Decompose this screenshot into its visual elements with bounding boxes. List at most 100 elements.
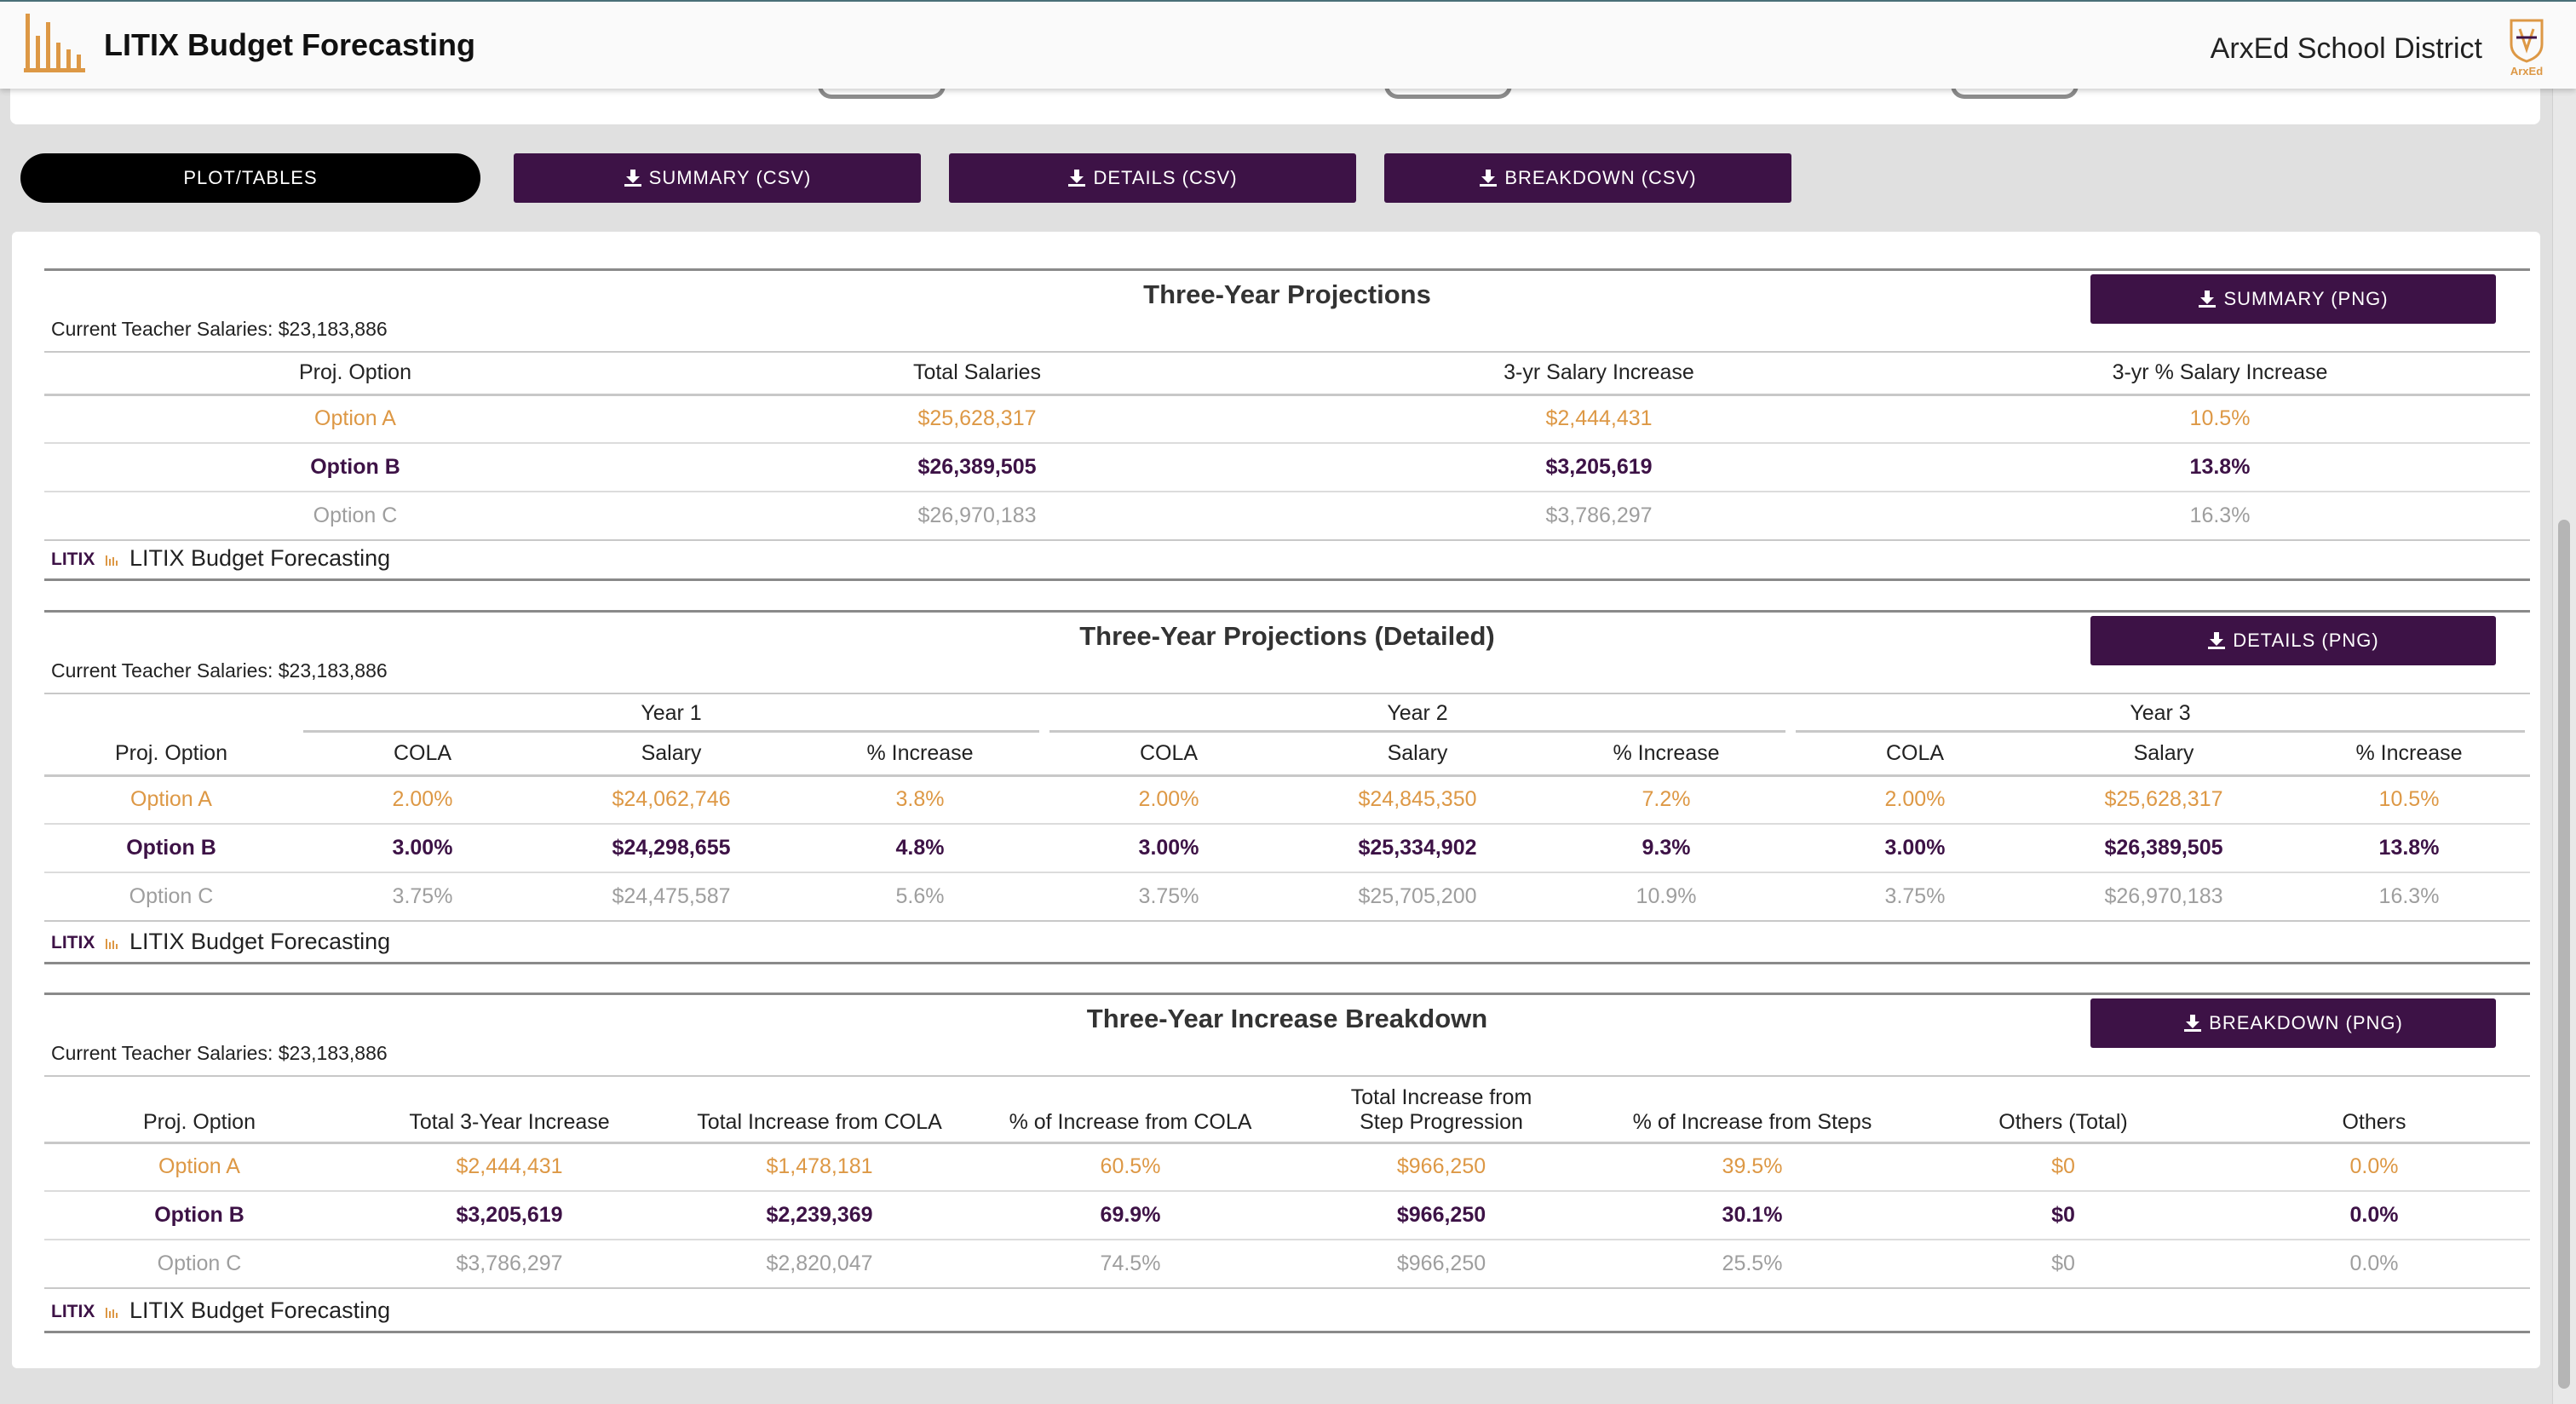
table-cell: $25,628,317 bbox=[2039, 774, 2288, 824]
column-header: COLA bbox=[1044, 733, 1293, 777]
app-title: LITIX Budget Forecasting bbox=[104, 27, 476, 62]
column-header: Proj. Option bbox=[44, 352, 666, 396]
litix-mark-text: LITIX bbox=[51, 1302, 95, 1320]
download-icon bbox=[1068, 170, 1086, 187]
details-section: Three-Year Projections (Detailed) Curren… bbox=[44, 610, 2530, 964]
table-cell: 3.75% bbox=[298, 872, 547, 921]
table-cell: 60.5% bbox=[975, 1142, 1286, 1191]
breakdown-header-row: Proj. Option Total 3-Year Increase Total… bbox=[44, 1076, 2530, 1144]
table-cell: $3,205,619 bbox=[1288, 442, 1910, 492]
scrollbar-thumb[interactable] bbox=[2558, 520, 2570, 1389]
table-cell: $2,239,369 bbox=[664, 1190, 975, 1240]
table-cell: $26,389,505 bbox=[2039, 823, 2288, 872]
table-cell: 3.8% bbox=[796, 774, 1044, 824]
column-header: % of Increase from Steps bbox=[1596, 1076, 1908, 1144]
summary-png-button[interactable]: SUMMARY (PNG) bbox=[2090, 274, 2496, 324]
download-icon bbox=[624, 170, 641, 187]
details-table: Year 1 Year 2 Year 3 Proj. Option COLA S… bbox=[44, 693, 2530, 923]
table-cell: $26,970,183 bbox=[2039, 872, 2288, 921]
summary-header-row: Proj. Option Total Salaries 3-yr Salary … bbox=[44, 352, 2530, 396]
breakdown-subtitle: Current Teacher Salaries: $23,183,886 bbox=[51, 1042, 388, 1064]
table-row: Option B 3.00% $24,298,655 4.8% 3.00% $2… bbox=[44, 823, 2530, 872]
table-row: Option C 3.75% $24,475,587 5.6% 3.75% $2… bbox=[44, 872, 2530, 921]
option-name: Option C bbox=[44, 872, 298, 921]
litix-logo-icon: LITIX bbox=[51, 550, 118, 567]
table-cell: 13.8% bbox=[2288, 823, 2530, 872]
breakdown-section: Three-Year Increase Breakdown Current Te… bbox=[44, 993, 2530, 1333]
table-cell: $0 bbox=[1908, 1190, 2218, 1240]
table-cell: $3,205,619 bbox=[354, 1190, 664, 1240]
group-header-year-2: Year 2 bbox=[1044, 693, 1791, 733]
table-cell: $26,970,183 bbox=[666, 491, 1288, 540]
details-png-button[interactable]: DETAILS (PNG) bbox=[2090, 616, 2496, 665]
table-cell: 25.5% bbox=[1596, 1239, 1908, 1288]
table-cell: 69.9% bbox=[975, 1190, 1286, 1240]
column-header: Others (Total) bbox=[1908, 1076, 2218, 1144]
table-cell: $0 bbox=[1908, 1142, 2218, 1191]
footer-brand-text: LITIX Budget Forecasting bbox=[129, 544, 391, 571]
summary-csv-button[interactable]: SUMMARY (CSV) bbox=[514, 153, 921, 203]
table-cell: 0.0% bbox=[2218, 1142, 2530, 1191]
table-row: Option C $26,970,183 $3,786,297 16.3% bbox=[44, 491, 2530, 540]
table-cell: 4.8% bbox=[796, 823, 1044, 872]
table-cell: $24,298,655 bbox=[547, 823, 796, 872]
district-logo-text: ArxEd bbox=[2510, 65, 2543, 77]
column-header: COLA bbox=[1791, 733, 2039, 777]
group-header-year-3: Year 3 bbox=[1791, 693, 2530, 733]
litix-logo-icon: LITIX bbox=[51, 1302, 118, 1320]
table-cell: $966,250 bbox=[1286, 1190, 1596, 1240]
district-name: ArxEd School District bbox=[2210, 32, 2482, 65]
column-header: % Increase bbox=[1542, 733, 1791, 777]
table-cell: 3.00% bbox=[1791, 823, 2039, 872]
table-cell: 3.00% bbox=[298, 823, 547, 872]
breakdown-png-button[interactable]: BREAKDOWN (PNG) bbox=[2090, 998, 2496, 1048]
table-row: Option A $2,444,431 $1,478,181 60.5% $96… bbox=[44, 1142, 2530, 1191]
table-cell: $3,786,297 bbox=[354, 1239, 664, 1288]
table-cell: 10.5% bbox=[2288, 774, 2530, 824]
table-cell: 3.75% bbox=[1791, 872, 2039, 921]
column-header: Proj. Option bbox=[44, 733, 298, 777]
download-icon bbox=[2199, 291, 2217, 308]
table-cell: $966,250 bbox=[1286, 1142, 1596, 1191]
table-cell: 16.3% bbox=[1910, 491, 2530, 540]
table-cell: 7.2% bbox=[1542, 774, 1791, 824]
download-icon bbox=[2184, 1015, 2202, 1032]
summary-footer-brand: LITIX LITIX Budget Forecasting bbox=[51, 541, 390, 575]
table-cell: 74.5% bbox=[975, 1239, 1286, 1288]
table-cell: $2,820,047 bbox=[664, 1239, 975, 1288]
column-header: Total Increase from COLA bbox=[664, 1076, 975, 1144]
table-cell: 0.0% bbox=[2218, 1239, 2530, 1288]
column-header: Total 3-Year Increase bbox=[354, 1076, 664, 1144]
option-name: Option A bbox=[44, 1142, 354, 1191]
table-cell: $25,705,200 bbox=[1293, 872, 1542, 921]
table-row: Option B $3,205,619 $2,239,369 69.9% $96… bbox=[44, 1190, 2530, 1240]
litix-logo-icon: LITIX bbox=[51, 933, 118, 951]
table-cell: $2,444,431 bbox=[354, 1142, 664, 1191]
download-icon bbox=[2208, 632, 2226, 649]
details-footer-brand: LITIX LITIX Budget Forecasting bbox=[51, 924, 390, 958]
breakdown-csv-button[interactable]: BREAKDOWN (CSV) bbox=[1384, 153, 1791, 203]
footer-brand-text: LITIX Budget Forecasting bbox=[129, 928, 391, 954]
summary-subtitle: Current Teacher Salaries: $23,183,886 bbox=[51, 318, 388, 340]
option-name: Option B bbox=[44, 823, 298, 872]
litix-mark-text: LITIX bbox=[51, 933, 95, 951]
column-header: % of Increase from COLA bbox=[975, 1076, 1286, 1144]
plot-tables-button[interactable]: PLOT/TABLES bbox=[20, 153, 480, 203]
table-cell: 5.6% bbox=[796, 872, 1044, 921]
column-header: Proj. Option bbox=[44, 1076, 354, 1144]
table-cell: $24,062,746 bbox=[547, 774, 796, 824]
app-header: LITIX Budget Forecasting ArxEd School Di… bbox=[0, 0, 2576, 89]
tables-card: Three-Year Projections Current Teacher S… bbox=[12, 232, 2540, 1368]
table-cell: $2,444,431 bbox=[1288, 394, 1910, 443]
option-name: Option B bbox=[44, 1190, 354, 1240]
table-cell: 13.8% bbox=[1910, 442, 2530, 492]
table-cell: 3.75% bbox=[1044, 872, 1293, 921]
group-header-year-1: Year 1 bbox=[298, 693, 1044, 733]
column-header: Salary bbox=[2039, 733, 2288, 777]
details-csv-button[interactable]: DETAILS (CSV) bbox=[949, 153, 1356, 203]
table-cell: 9.3% bbox=[1542, 823, 1791, 872]
column-header: Total Increase from Step Progression bbox=[1286, 1076, 1596, 1144]
details-png-label: DETAILS (PNG) bbox=[2233, 630, 2379, 651]
table-cell: 0.0% bbox=[2218, 1190, 2530, 1240]
upper-panel-edge bbox=[10, 85, 2540, 124]
